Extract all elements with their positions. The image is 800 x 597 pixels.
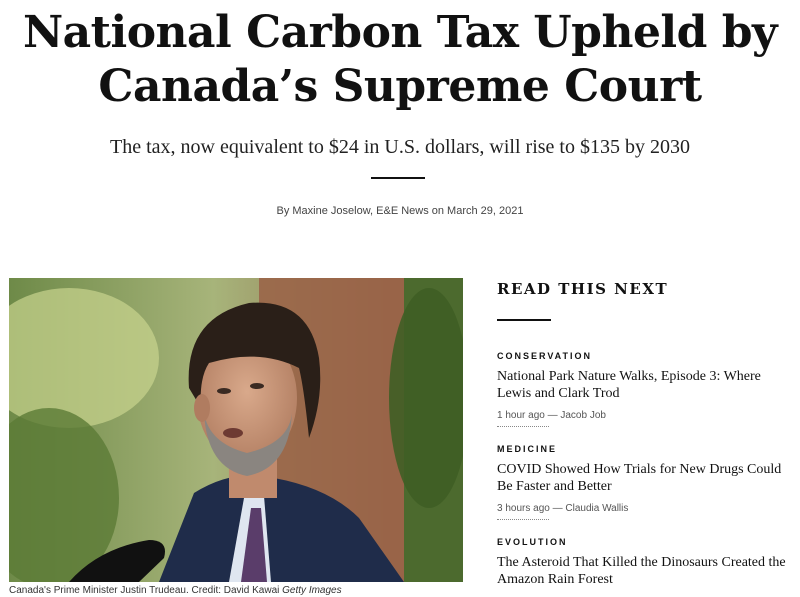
trudeau-photo-illustration xyxy=(9,278,463,582)
article-photo xyxy=(9,278,463,582)
sidebar-divider xyxy=(497,319,551,321)
article-category[interactable]: MEDICINE xyxy=(497,443,787,455)
meta-divider xyxy=(497,519,549,520)
article-meta: 3 hours ago — Claudia Wallis xyxy=(497,503,629,514)
caption-text: Canada's Prime Minister Justin Trudeau. … xyxy=(9,585,283,596)
list-item[interactable]: CONSERVATION National Park Nature Walks,… xyxy=(497,350,787,427)
headline-line-2: Canada’s Supreme Court xyxy=(98,61,702,112)
headline-divider xyxy=(371,177,425,179)
article-meta: 1 hour ago — Jacob Job xyxy=(497,410,606,421)
article-category[interactable]: EVOLUTION xyxy=(497,536,787,548)
list-item[interactable]: MEDICINE COVID Showed How Trials for New… xyxy=(497,443,787,520)
meta-divider xyxy=(497,426,549,427)
article-link[interactable]: National Park Nature Walks, Episode 3: W… xyxy=(497,368,787,402)
caption-credit: Getty Images xyxy=(282,585,342,596)
article-category[interactable]: CONSERVATION xyxy=(497,350,787,362)
article-dek: The tax, now equivalent to $24 in U.S. d… xyxy=(110,136,690,158)
headline-line-1: National Carbon Tax Upheld by xyxy=(22,7,778,58)
photo-caption: Canada's Prime Minister Justin Trudeau. … xyxy=(9,585,469,597)
read-this-next-sidebar: READ THIS NEXT CONSERVATION National Par… xyxy=(497,279,787,587)
article-headline: National Carbon Tax Upheld by Canada’s S… xyxy=(0,6,800,114)
list-item[interactable]: EVOLUTION The Asteroid That Killed the D… xyxy=(497,536,787,588)
sidebar-title: READ THIS NEXT xyxy=(497,280,669,298)
article-byline: By Maxine Joselow, E&E News on March 29,… xyxy=(276,205,524,217)
article-link[interactable]: The Asteroid That Killed the Dinosaurs C… xyxy=(497,554,787,588)
article-link[interactable]: COVID Showed How Trials for New Drugs Co… xyxy=(497,461,787,495)
